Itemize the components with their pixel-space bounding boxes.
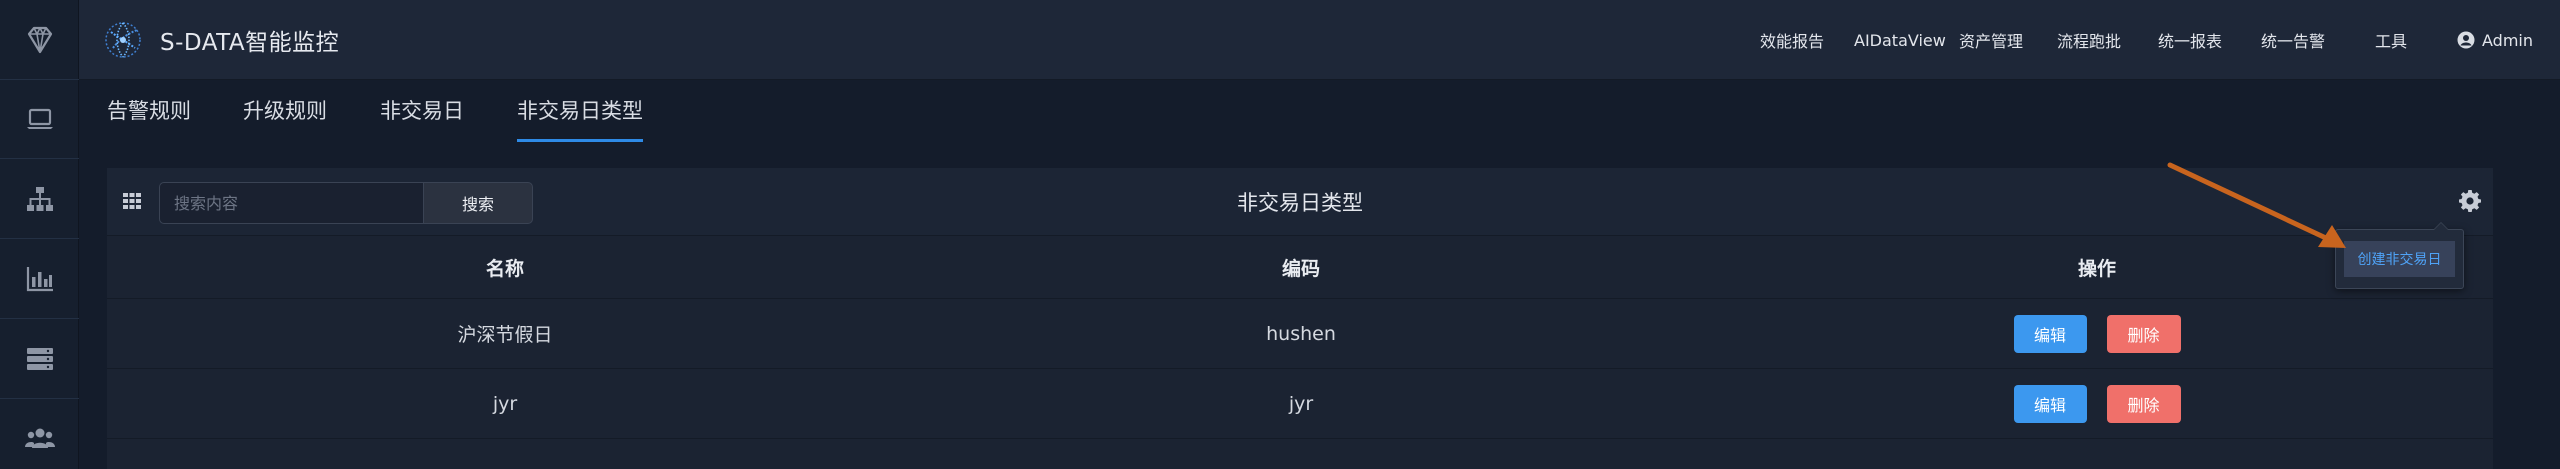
user-menu[interactable]: Admin xyxy=(2457,31,2533,50)
sitemap-icon xyxy=(26,187,53,211)
grid-icon[interactable] xyxy=(122,191,142,211)
tab-label: 升级规则 xyxy=(243,99,327,123)
cell-name: 沪深节假日 xyxy=(457,324,553,346)
users-icon xyxy=(24,428,55,448)
nav-item-aidataview[interactable]: AIDataView xyxy=(1854,31,1946,50)
cell-actions: 编辑 删除 xyxy=(1699,299,2495,368)
tab-non-trading-day-types[interactable]: 非交易日类型 xyxy=(517,80,643,146)
search-button[interactable]: 搜索 xyxy=(423,182,533,224)
rail-item-home[interactable] xyxy=(0,0,79,80)
rail-item-chart[interactable] xyxy=(0,240,79,319)
tab-label: 告警规则 xyxy=(107,99,191,123)
column-header-code: 编码 xyxy=(1281,257,1320,280)
content-panel: 搜索 非交易日类型 名称 编码 操作 沪深节假日 hushen 编辑 删除 xyxy=(107,168,2493,469)
brand[interactable]: S-DATA智能监控 xyxy=(101,18,339,62)
edit-button[interactable]: 编辑 xyxy=(2013,384,2087,423)
cell-actions: 编辑 删除 xyxy=(1699,369,2495,438)
search-group: 搜索 xyxy=(159,182,533,224)
tab-bar: 告警规则 升级规则 非交易日 非交易日类型 xyxy=(107,80,643,146)
bar-chart-icon xyxy=(26,267,53,292)
tab-label: 非交易日类型 xyxy=(517,99,643,123)
user-name: Admin xyxy=(2482,30,2533,50)
cell-code: jyr xyxy=(1288,392,1314,415)
left-rail xyxy=(0,0,79,469)
rail-item-server[interactable] xyxy=(0,320,79,399)
tab-label: 非交易日 xyxy=(380,99,464,123)
nav-item-tools[interactable]: 工具 xyxy=(2375,28,2407,52)
nav-item-batch-process[interactable]: 流程跑批 xyxy=(2057,28,2121,52)
tab-non-trading-days[interactable]: 非交易日 xyxy=(380,80,464,146)
rail-item-sitemap[interactable] xyxy=(0,160,79,239)
server-icon xyxy=(26,348,53,370)
table-header-row: 名称 编码 操作 xyxy=(107,236,2493,299)
create-non-trading-day-item[interactable]: 创建非交易日 xyxy=(2344,241,2455,277)
nav-item-efficiency-report[interactable]: 效能报告 xyxy=(1760,28,1824,52)
column-header-name: 名称 xyxy=(485,257,524,280)
cell-name: jyr xyxy=(492,392,518,415)
tab-alert-rules[interactable]: 告警规则 xyxy=(107,80,191,146)
table-row: 沪深节假日 hushen 编辑 删除 xyxy=(107,299,2493,369)
diamond-icon xyxy=(27,26,52,53)
monitor-icon xyxy=(26,108,53,129)
app-title: S-DATA智能监控 xyxy=(160,30,340,56)
globe-logo-icon xyxy=(105,22,141,58)
cell-code: hushen xyxy=(1266,322,1336,345)
panel-toolbar: 搜索 非交易日类型 xyxy=(107,168,2493,236)
tab-escalation-rules[interactable]: 升级规则 xyxy=(243,80,327,146)
table-row: jyr jyr 编辑 删除 xyxy=(107,369,2493,439)
app-window: S-DATA智能监控 效能报告 AIDataView 资产管理 流程跑批 统一报… xyxy=(0,0,2560,469)
types-table: 名称 编码 操作 沪深节假日 hushen 编辑 删除 jyr jyr 编辑 删… xyxy=(107,236,2493,439)
nav-item-unified-alert[interactable]: 统一告警 xyxy=(2261,28,2325,52)
delete-button[interactable]: 删除 xyxy=(2106,384,2181,423)
nav-item-asset-management[interactable]: 资产管理 xyxy=(1959,28,2023,52)
delete-button[interactable]: 删除 xyxy=(2106,314,2181,353)
search-input[interactable] xyxy=(159,182,423,224)
user-circle-icon xyxy=(2457,31,2475,49)
rail-item-users[interactable] xyxy=(0,400,79,469)
edit-button[interactable]: 编辑 xyxy=(2013,314,2087,353)
gear-icon[interactable] xyxy=(2459,190,2481,212)
top-bar: S-DATA智能监控 效能报告 AIDataView 资产管理 流程跑批 统一报… xyxy=(79,0,2560,80)
nav-item-unified-report[interactable]: 统一报表 xyxy=(2158,28,2222,52)
rail-item-monitor[interactable] xyxy=(0,80,79,159)
gear-dropdown-menu: 创建非交易日 xyxy=(2335,222,2464,289)
